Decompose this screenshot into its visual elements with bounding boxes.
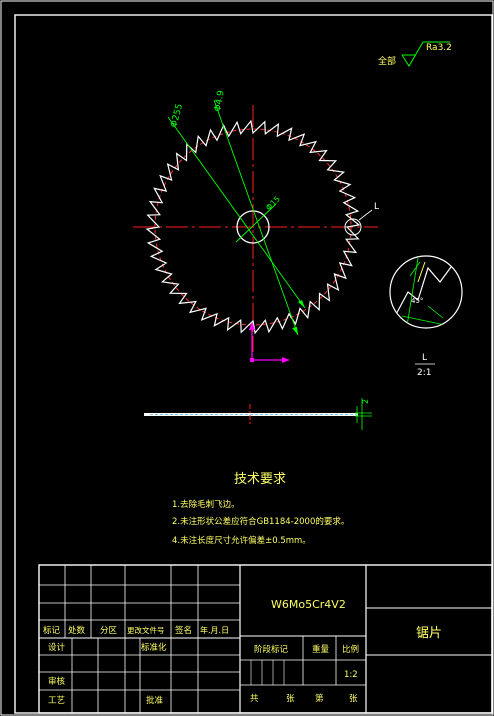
detail-angle-label: 45° (411, 297, 423, 305)
row-review: 审核 (48, 676, 66, 687)
ucs-icon (249, 322, 290, 363)
row-standard: 标准化 (141, 642, 167, 653)
hdr-sign: 签名 (175, 625, 192, 636)
scale-value: 1:2 (344, 670, 358, 680)
hdr-zone: 分区 (100, 626, 118, 636)
footer-sheets-1: 张 (286, 694, 295, 704)
detail-label: L (422, 353, 427, 363)
outer-dia-label: Φ255 (169, 103, 185, 129)
bore-dia-label: Φ15 (264, 194, 282, 212)
footer-total: 共 (250, 694, 259, 704)
detail-view-l: 45° L 2:1 (389, 255, 463, 378)
detail-scale: 2:1 (417, 368, 431, 378)
row-approve: 批准 (146, 695, 164, 706)
outer-dia-dim-line (167, 116, 306, 309)
root-dia-dim-line (213, 99, 299, 336)
detail-callout-tag: L (374, 202, 379, 212)
technical-requirements: 技术要求 1.去除毛刺飞边。 2.未注形状公差应符合GB1184-2000的要求… (172, 472, 349, 546)
tech-item-1: 1.去除毛刺飞边。 (172, 499, 240, 510)
part-name: 锯片 (416, 626, 442, 641)
root-dia-label: Φ4.9 (213, 89, 227, 112)
hdr-count: 处数 (68, 625, 86, 636)
footer-nth: 第 (315, 693, 324, 704)
saw-blade-view: Φ255 Φ4.9 Φ15 L (133, 89, 379, 363)
hdr-mark: 标记 (43, 625, 61, 636)
hdr-stage: 阶段标记 (254, 644, 289, 655)
material: W6Mo5Cr4V2 (271, 598, 346, 611)
surface-finish-value: Ra3.2 (426, 43, 452, 53)
hdr-weight: 重量 (312, 644, 330, 655)
tech-item-2: 2.未注形状公差应符合GB1184-2000的要求。 (172, 516, 349, 527)
surface-finish-symbol: 全部 Ra3.2 (378, 41, 452, 67)
hdr-scale: 比例 (342, 644, 359, 655)
drawing-sheet: 全部 Ra3.2 Φ255 Φ4.9 Φ15 L 45° L 2:1 2 技术要… (0, 0, 494, 716)
tech-item-3: 4.未注长度尺寸允许偏差±0.5mm。 (172, 535, 311, 546)
tech-title: 技术要求 (234, 472, 286, 487)
surface-finish-prefix: 全部 (378, 55, 396, 67)
blade-side-view: 2 (144, 398, 372, 430)
footer-sheets-2: 张 (349, 694, 358, 704)
row-design: 设计 (48, 642, 66, 653)
row-process: 工艺 (48, 696, 65, 706)
hdr-change-doc: 更改文件号 (127, 625, 165, 635)
thickness-label: 2 (361, 399, 370, 404)
hdr-date: 年.月.日 (200, 625, 229, 635)
